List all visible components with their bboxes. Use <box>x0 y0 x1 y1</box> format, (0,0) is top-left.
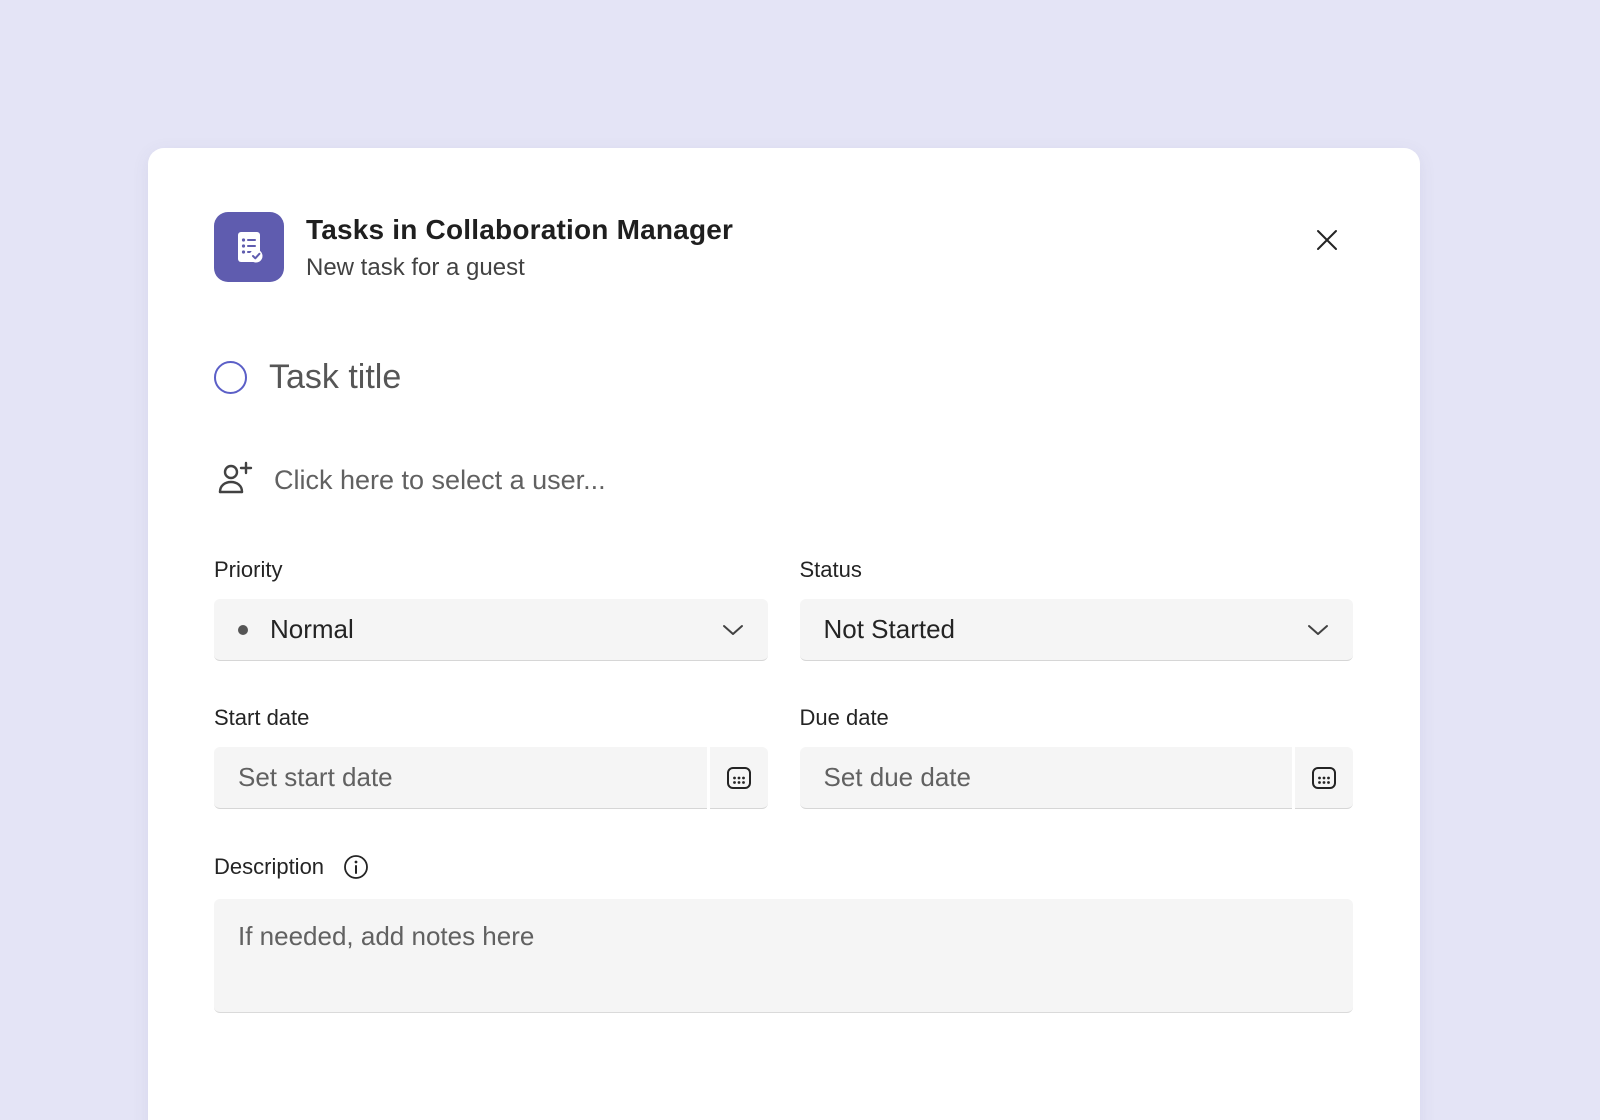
due-date-picker-button[interactable] <box>1295 747 1353 809</box>
dialog-subtitle: New task for a guest <box>306 254 733 282</box>
dialog-header: Tasks in Collaboration Manager New task … <box>214 212 1353 282</box>
task-dialog: Tasks in Collaboration Manager New task … <box>148 148 1420 1120</box>
due-date-input[interactable]: Set due date <box>800 747 1354 809</box>
calendar-icon <box>1310 764 1338 792</box>
chevron-down-icon <box>722 624 744 636</box>
dialog-titles: Tasks in Collaboration Manager New task … <box>306 212 733 282</box>
status-dropdown[interactable]: Not Started <box>800 599 1354 661</box>
status-field: Status Not Started <box>800 557 1354 661</box>
due-date-field: Due date Set due date <box>800 705 1354 809</box>
close-icon <box>1313 226 1341 254</box>
info-icon[interactable] <box>342 853 370 881</box>
person-add-icon <box>214 461 256 499</box>
desktop-background: Tasks in Collaboration Manager New task … <box>0 0 1600 1120</box>
calendar-icon <box>725 764 753 792</box>
due-date-label: Due date <box>800 705 1354 731</box>
priority-value: Normal <box>270 614 354 645</box>
circle-outline-icon[interactable] <box>214 361 247 394</box>
priority-dropdown[interactable]: Normal <box>214 599 768 661</box>
start-date-input[interactable]: Set start date <box>214 747 768 809</box>
dot-icon <box>238 625 248 635</box>
start-date-placeholder[interactable]: Set start date <box>214 747 707 809</box>
field-grid: Priority Normal Status Not Started <box>214 557 1353 809</box>
priority-field: Priority Normal <box>214 557 768 661</box>
start-date-label: Start date <box>214 705 768 731</box>
task-title-input[interactable]: Task title <box>269 358 401 397</box>
dialog-title: Tasks in Collaboration Manager <box>306 214 733 246</box>
assignee-placeholder[interactable]: Click here to select a user... <box>274 465 606 496</box>
status-value: Not Started <box>824 614 956 645</box>
priority-label: Priority <box>214 557 768 583</box>
description-label-row: Description <box>214 853 1353 881</box>
task-title-row[interactable]: Task title <box>214 358 1353 397</box>
description-label: Description <box>214 854 324 880</box>
status-label: Status <box>800 557 1354 583</box>
description-input[interactable]: If needed, add notes here <box>214 899 1353 1013</box>
due-date-placeholder[interactable]: Set due date <box>800 747 1293 809</box>
close-button[interactable] <box>1305 218 1349 262</box>
assignee-picker[interactable]: Click here to select a user... <box>214 461 1353 499</box>
start-date-picker-button[interactable] <box>710 747 768 809</box>
task-list-icon <box>214 212 284 282</box>
chevron-down-icon <box>1307 624 1329 636</box>
description-placeholder: If needed, add notes here <box>238 921 534 951</box>
start-date-field: Start date Set start date <box>214 705 768 809</box>
